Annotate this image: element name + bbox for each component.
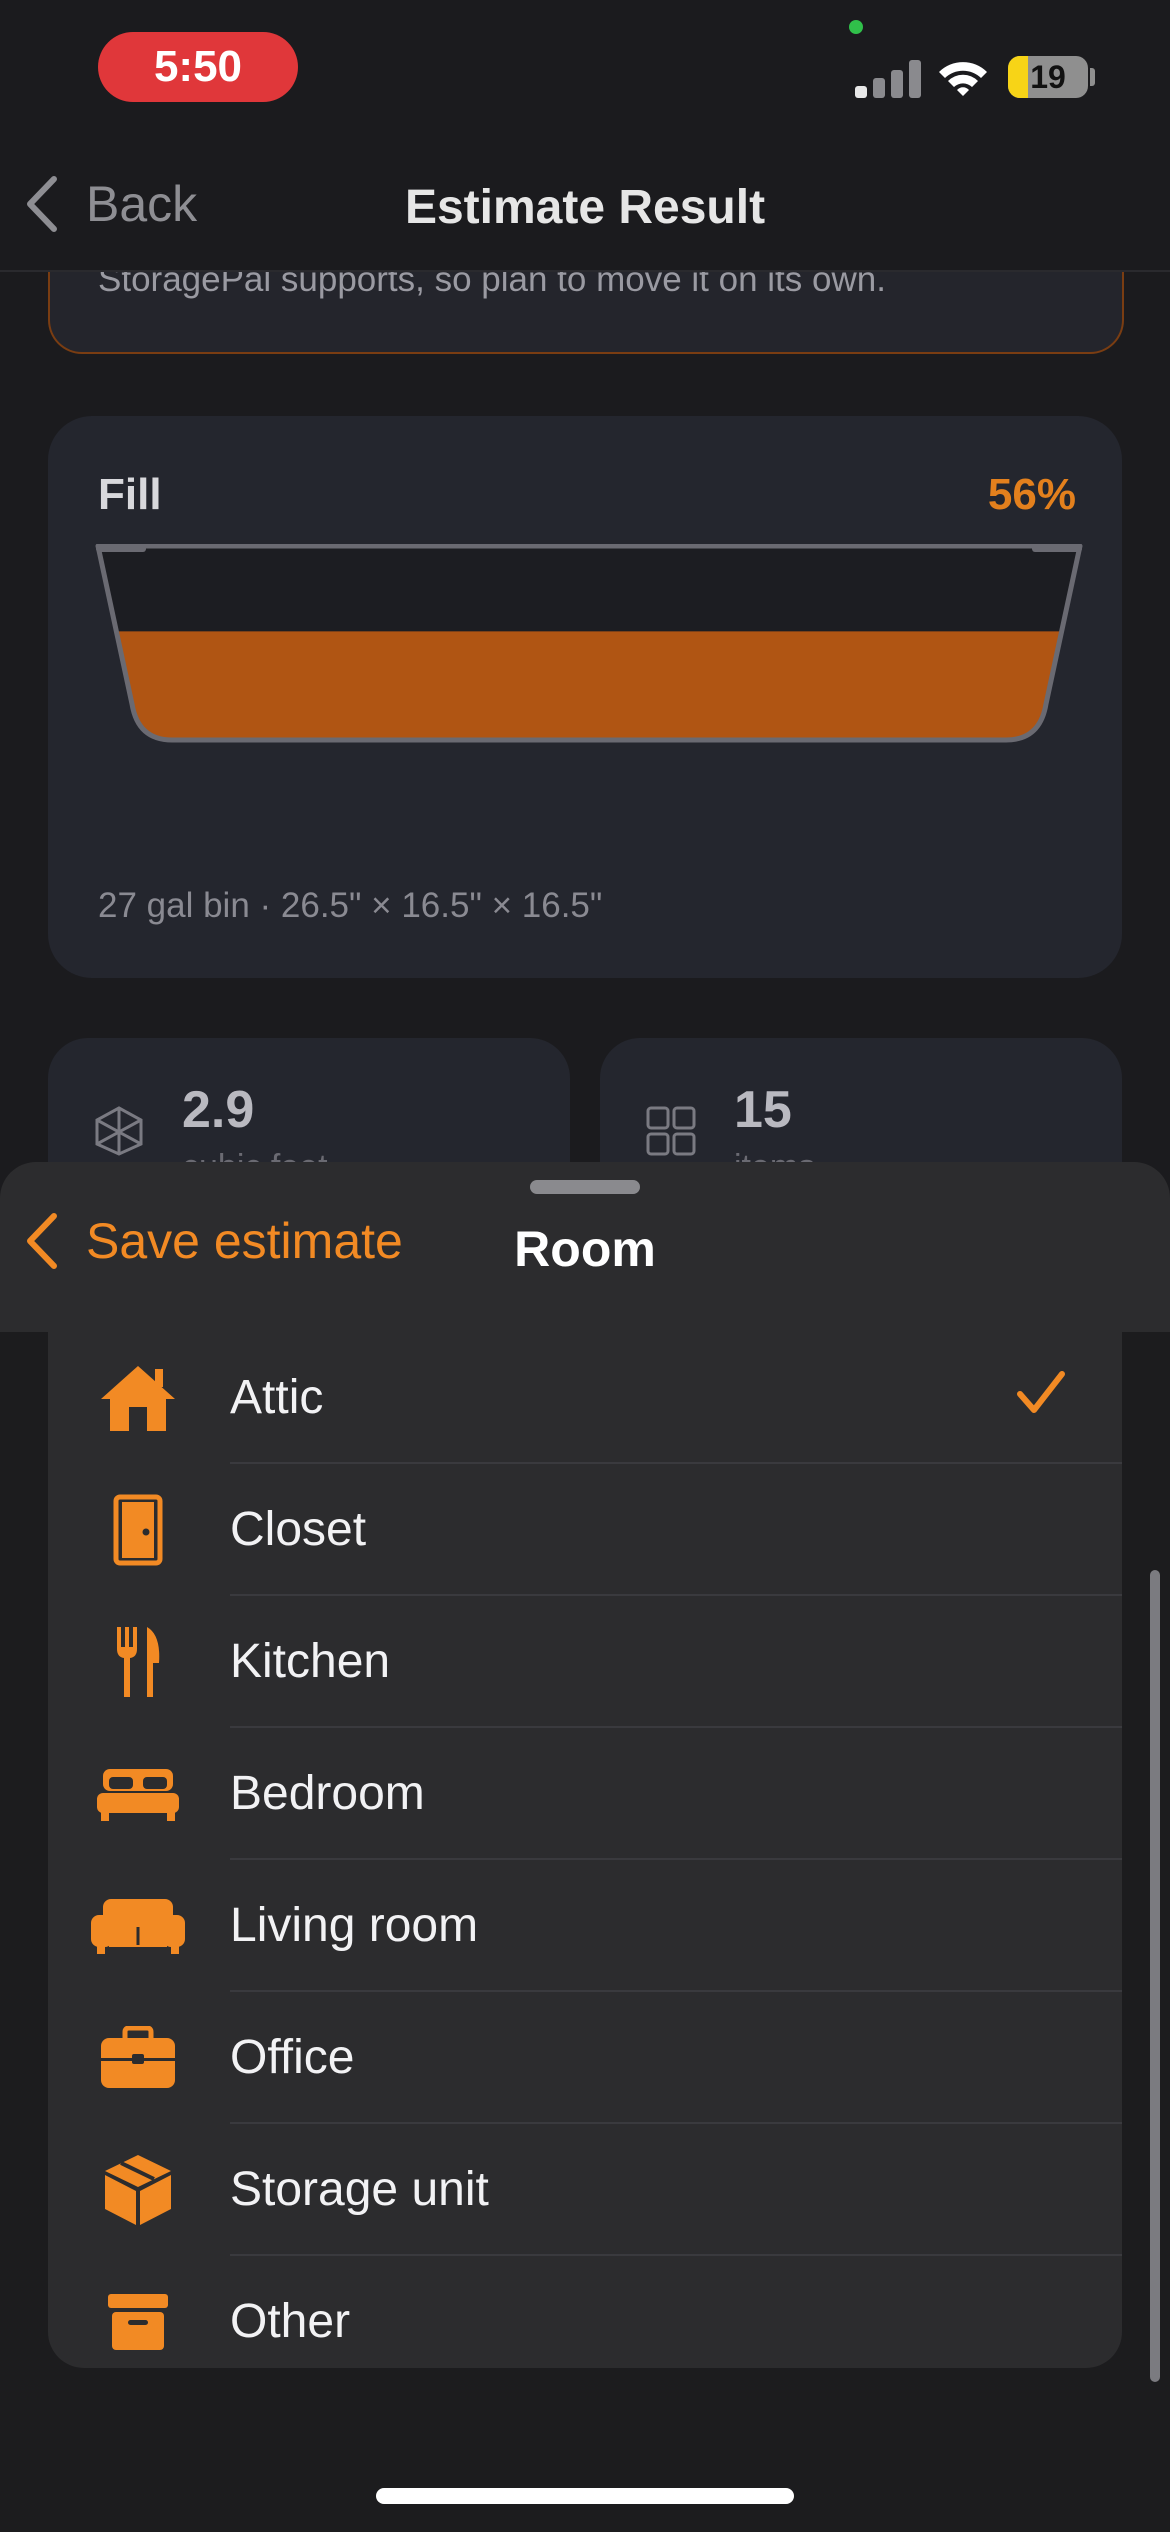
sofa-icon: [91, 1899, 185, 1954]
battery-icon: 19: [1008, 56, 1088, 98]
grid-icon: [646, 1106, 696, 1156]
room-option-kitchen[interactable]: Kitchen: [48, 1596, 1122, 1728]
fill-percentage: 56%: [987, 470, 1076, 519]
archive-box-icon: [108, 2294, 168, 2350]
items-value: 15: [734, 1081, 792, 1139]
status-bar: 5:50 19: [0, 0, 1170, 140]
room-option-label: Office: [230, 2031, 355, 2084]
cubic-feet-value: 2.9: [182, 1081, 255, 1139]
room-option-living-room[interactable]: Living room: [48, 1860, 1122, 1992]
room-picker-sheet: Save estimate Room Attic Closet Kitchen …: [0, 1162, 1170, 2532]
door-icon: [113, 1494, 163, 1566]
status-time: 5:50: [98, 32, 298, 102]
room-option-attic[interactable]: Attic: [48, 1332, 1122, 1464]
bed-icon: [97, 1769, 179, 1821]
fork-knife-icon: [117, 1627, 160, 1697]
sheet-title: Room: [514, 1221, 656, 1277]
navigation-bar: Back Estimate Result: [0, 150, 1170, 272]
page-title: Estimate Result: [404, 181, 766, 234]
wifi-icon: [939, 62, 987, 96]
bin-fill-level: [98, 631, 1080, 740]
battery-level: 19: [1030, 58, 1066, 95]
room-option-other[interactable]: Other: [48, 2256, 1122, 2368]
house-icon: [101, 1366, 175, 1431]
cellular-signal-icon: [855, 60, 925, 98]
room-option-office[interactable]: Office: [48, 1992, 1122, 2124]
briefcase-icon: [101, 2026, 175, 2088]
bin-dimensions-caption: 27 gal bin · 26.5" × 16.5" × 16.5": [98, 886, 603, 925]
home-indicator[interactable]: [376, 2488, 794, 2504]
room-option-label: Kitchen: [230, 1635, 391, 1688]
room-option-bedroom[interactable]: Bedroom: [48, 1728, 1122, 1860]
room-option-label: Storage unit: [230, 2163, 489, 2216]
checkmark-icon: [1017, 1371, 1065, 1413]
bin-fill-gauge: [95, 544, 1083, 743]
room-option-label: Attic: [230, 1371, 324, 1424]
fill-card: Fill 56% 27 gal bin · 26.5" × 16.5" × 16…: [48, 416, 1122, 978]
room-option-label: Closet: [230, 1503, 367, 1556]
battery-tip: [1090, 68, 1095, 86]
room-option-label: Bedroom: [230, 1767, 425, 1820]
box-icon: [105, 2155, 171, 2225]
room-option-label: Living room: [230, 1899, 479, 1952]
fill-label: Fill: [98, 470, 162, 519]
scroll-indicator[interactable]: [1150, 1570, 1160, 2382]
sheet-grabber[interactable]: [530, 1180, 640, 1194]
room-option-storage-unit[interactable]: Storage unit: [48, 2124, 1122, 2256]
cube-icon: [95, 1106, 143, 1156]
room-option-label: Other: [230, 2295, 351, 2348]
camera-indicator-dot: [849, 20, 863, 34]
room-option-closet[interactable]: Closet: [48, 1464, 1122, 1596]
sheet-header: Save estimate Room: [0, 1162, 1170, 1332]
room-list: Attic Closet Kitchen Bedroom Living room…: [48, 1332, 1122, 2368]
